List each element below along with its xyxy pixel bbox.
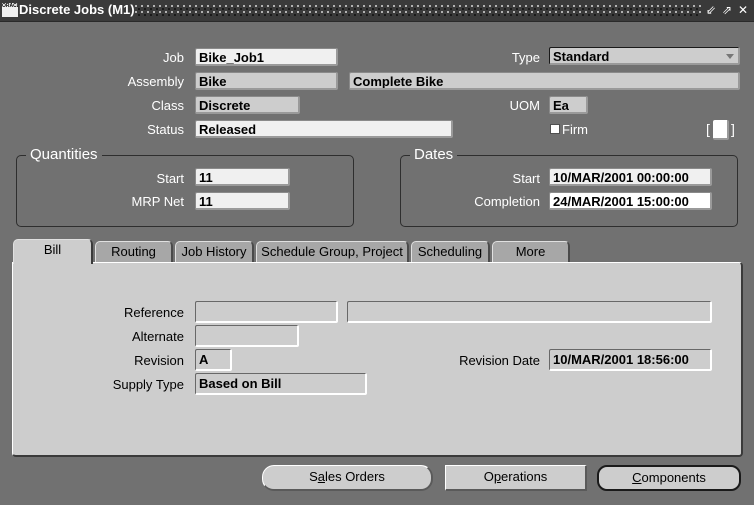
quantities-frame [16,155,354,227]
alternate-label: Alternate [131,329,184,344]
flexfield-bracket-right: ] [731,121,735,137]
window-title: Discrete Jobs (M1) [19,2,135,17]
status-field[interactable]: Released [195,120,453,138]
start-date-label: Start [512,171,540,186]
revision-date-label: Revision Date [459,353,540,368]
completion-date-field[interactable]: 24/MAR/2001 15:00:00 [549,192,712,210]
quantities-title: Quantities [26,146,102,163]
reference-description-field[interactable] [347,301,712,323]
job-field[interactable]: Bike_Job1 [195,48,338,66]
tab-job-history[interactable]: Job History [175,241,254,263]
tab-bill[interactable]: Bill [13,239,93,264]
mrp-net-label: MRP Net [131,194,185,209]
type-value: Standard [553,49,610,64]
close-icon[interactable]: ✕ [736,3,750,17]
maximize-icon[interactable]: ⇗ [720,3,734,17]
components-button[interactable]: Components [597,465,741,491]
assembly-label: Assembly [127,74,184,89]
firm-label: Firm [562,122,588,137]
supply-type-field[interactable]: Based on Bill [195,373,367,395]
assembly-description-field[interactable]: Complete Bike [349,72,740,90]
operations-button[interactable]: Operations [445,465,587,491]
revision-field[interactable]: A [195,349,232,371]
title-bar-grip [135,5,702,16]
mrp-net-field[interactable]: 11 [195,192,290,210]
tab-scheduling[interactable]: Scheduling [411,241,490,263]
job-label: Job [163,50,184,65]
tab-schedule-group-project[interactable]: Schedule Group, Project [256,241,409,263]
minimize-icon[interactable]: ⇙ [704,3,718,17]
sales-orders-button[interactable]: Sales Orders [262,465,433,491]
uom-field[interactable]: Ea [549,96,588,114]
reference-label: Reference [124,305,184,320]
dates-frame [400,155,738,227]
chevron-down-icon[interactable] [726,54,734,59]
completion-date-label: Completion [474,194,540,209]
start-date-field[interactable]: 10/MAR/2001 00:00:00 [549,168,712,186]
uom-label: UOM [509,98,540,113]
reference-field[interactable] [195,301,338,323]
class-label: Class [151,98,184,113]
supply-type-label: Supply Type [112,377,184,392]
start-quantity-field[interactable]: 11 [195,168,290,186]
status-label: Status [147,122,184,137]
assembly-field[interactable]: Bike [195,72,338,90]
alternate-field[interactable] [195,325,299,347]
class-field[interactable]: Discrete [195,96,300,114]
type-label: Type [511,50,540,65]
type-dropdown[interactable]: Standard [549,47,740,65]
tab-more[interactable]: More [492,241,570,263]
start-quantity-label: Start [156,171,184,186]
revision-date-field[interactable]: 10/MAR/2001 18:56:00 [549,349,712,371]
tab-routing[interactable]: Routing [95,241,173,263]
window-title-bar[interactable]: ORACLE Discrete Jobs (M1) ⇙ ⇗ ✕ [0,0,754,22]
flexfield-bracket-left: [ [706,121,710,137]
descriptive-flexfield[interactable] [713,120,729,140]
firm-checkbox[interactable] [550,124,560,134]
oracle-logo-icon: ORACLE [2,3,18,17]
dates-title: Dates [410,146,458,163]
revision-label: Revision [134,353,184,368]
